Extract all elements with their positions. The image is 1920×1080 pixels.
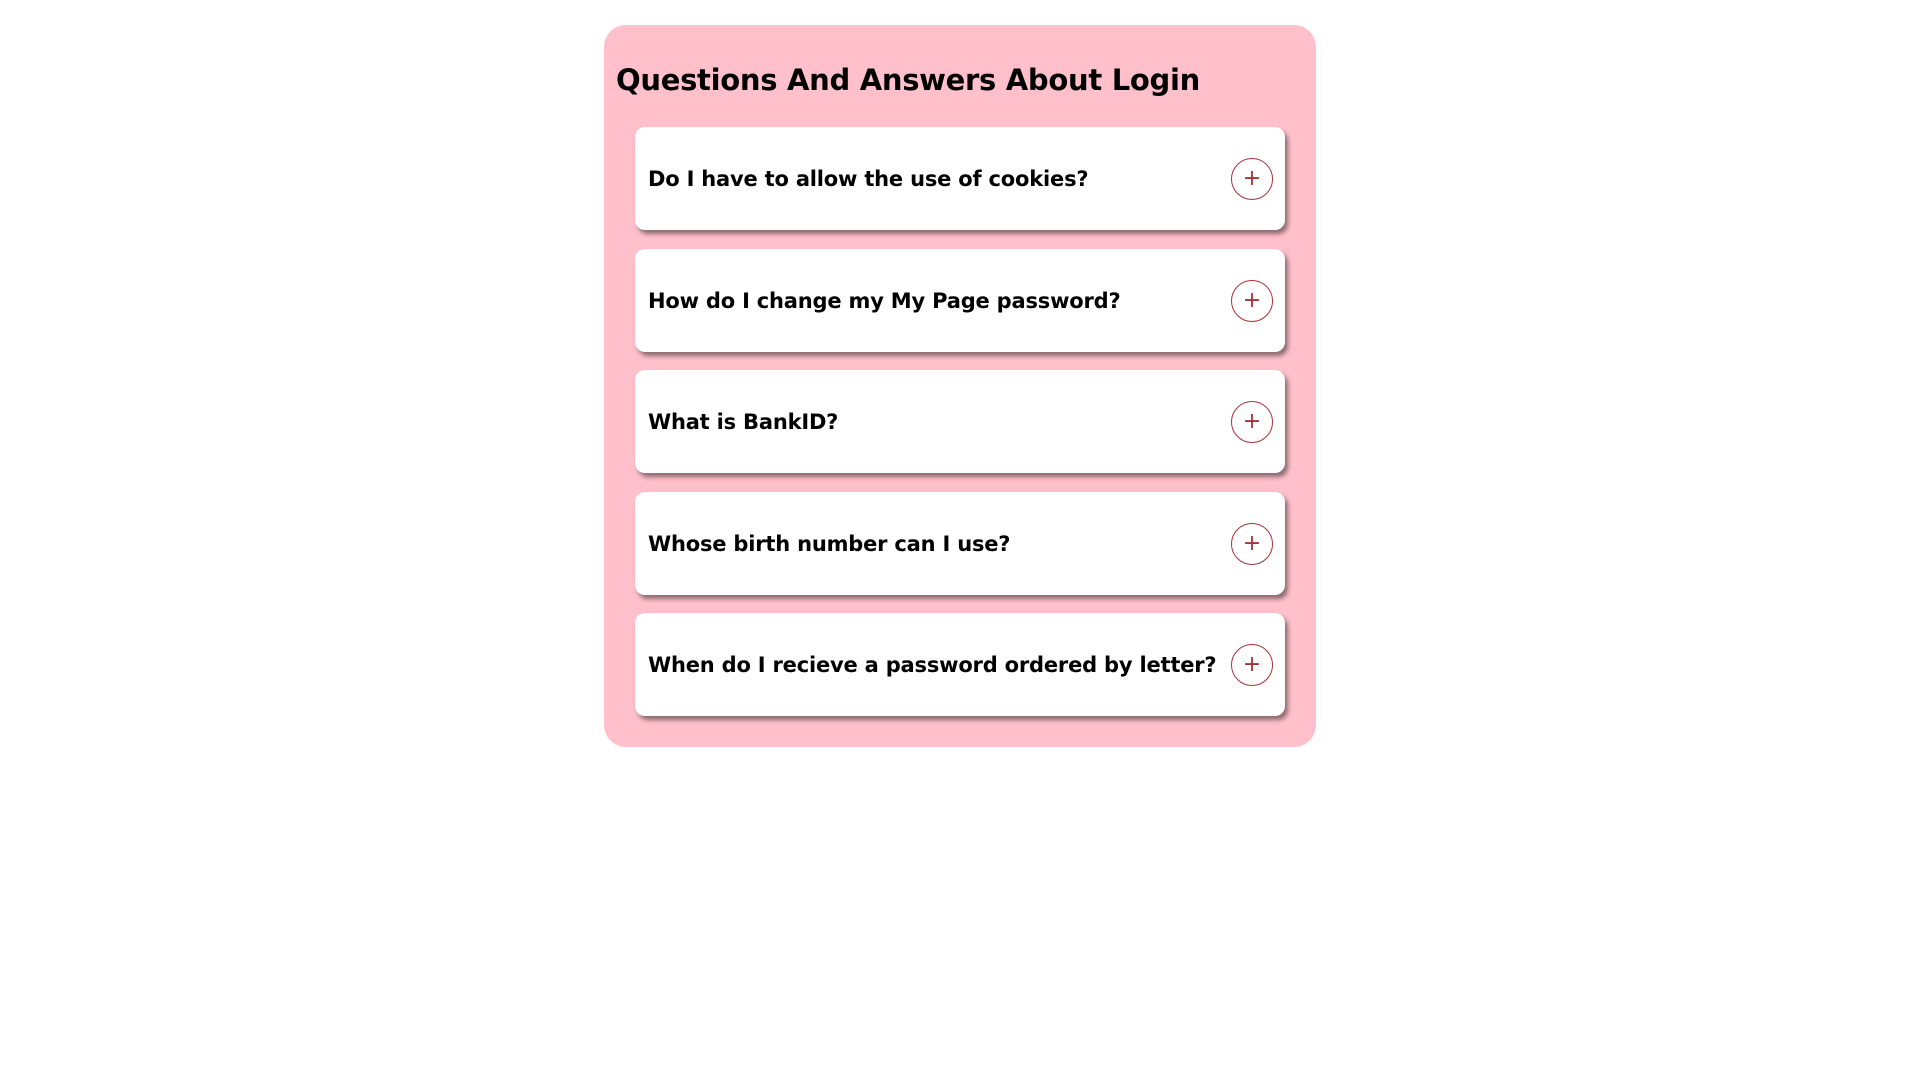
page-title: Questions And Answers About Login (616, 63, 1200, 97)
faq-question: How do I change my My Page password? (648, 288, 1121, 313)
faq-item-bankid[interactable]: What is BankID? + (635, 370, 1285, 473)
faq-question: Whose birth number can I use? (648, 531, 1011, 556)
faq-item-letter-password[interactable]: When do I recieve a password ordered by … (635, 613, 1285, 716)
faq-question: Do I have to allow the use of cookies? (648, 166, 1089, 191)
faq-item-password[interactable]: How do I change my My Page password? + (635, 249, 1285, 352)
plus-icon[interactable]: + (1231, 522, 1273, 565)
faq-item-birth-number[interactable]: Whose birth number can I use? + (635, 492, 1285, 595)
plus-icon[interactable]: + (1231, 643, 1273, 686)
plus-icon[interactable]: + (1231, 279, 1273, 322)
faq-panel: Questions And Answers About Login Do I h… (604, 25, 1316, 747)
plus-icon[interactable]: + (1231, 157, 1273, 200)
plus-icon[interactable]: + (1231, 400, 1273, 443)
faq-item-cookies[interactable]: Do I have to allow the use of cookies? + (635, 127, 1285, 230)
faq-question: What is BankID? (648, 409, 839, 434)
faq-question: When do I recieve a password ordered by … (648, 652, 1217, 677)
